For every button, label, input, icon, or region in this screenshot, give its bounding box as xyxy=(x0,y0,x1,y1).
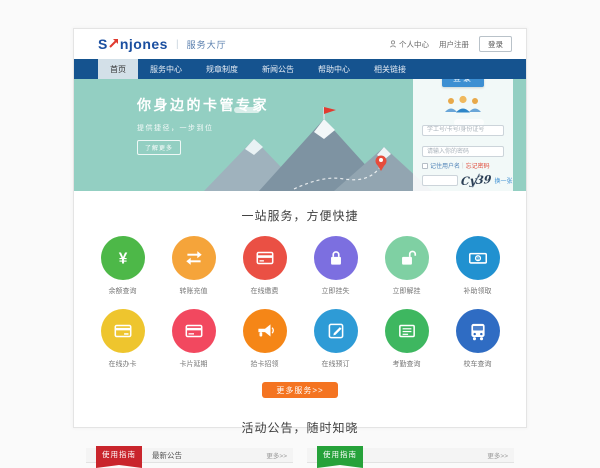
page: S njones | 服务大厅 个人中心 用户注册 登录 首页 服务中心 规章制… xyxy=(73,28,527,428)
announcements-row: 使用指南 最新公告 更多>> 使用指南 更多>> xyxy=(74,448,526,463)
service-transfer[interactable]: 转账充值 xyxy=(158,236,229,296)
announcements-right-tabbar: 使用指南 更多>> xyxy=(307,448,514,463)
login-options-row: 记住用户名 | 忘记密码 xyxy=(422,161,504,170)
service-school-bus[interactable]: 校车查询 xyxy=(442,309,513,369)
card-icon xyxy=(101,309,145,353)
login-panel: 登录 记住用户名 | 忘记密码 Cy39 换一张 登录 xyxy=(413,79,513,191)
main-nav: 首页 服务中心 规章制度 新闻公告 帮助中心 相关链接 xyxy=(74,59,526,79)
service-label: 校车查询 xyxy=(464,359,492,369)
remember-checkbox[interactable] xyxy=(422,163,428,169)
service-unlock[interactable]: 立即解挂 xyxy=(371,236,442,296)
service-pay-online[interactable]: 在线缴费 xyxy=(229,236,300,296)
hero-banner: 你身边的卡管专家 提供捷径，一步到位 了解更多 登录 xyxy=(74,79,526,191)
forgot-password-link[interactable]: 忘记密码 xyxy=(466,161,490,170)
services-section-title: 一站服务，方便快捷 xyxy=(74,207,526,224)
site-subtitle: 服务大厅 xyxy=(187,38,227,51)
captcha-input[interactable] xyxy=(422,175,458,186)
brand-divider: | xyxy=(176,39,179,50)
service-label: 拾卡招领 xyxy=(251,359,279,369)
service-label: 立即挂失 xyxy=(322,286,350,296)
megaphone-icon xyxy=(243,309,287,353)
service-label: 在线缴费 xyxy=(251,286,279,296)
service-label: 转账充值 xyxy=(180,286,208,296)
yen-icon: ¥ xyxy=(101,236,145,280)
hero-more-button[interactable]: 了解更多 xyxy=(137,140,181,155)
service-apply-card[interactable]: 在线办卡 xyxy=(87,309,158,369)
hero-title: 你身边的卡管专家 xyxy=(137,95,269,115)
header-login-button[interactable]: 登录 xyxy=(479,36,512,52)
more-services-button[interactable]: 更多服务>> xyxy=(262,382,338,398)
captcha-refresh-link[interactable]: 换一张 xyxy=(494,176,512,185)
user-icon xyxy=(389,40,397,48)
transfer-icon xyxy=(172,236,216,280)
users-icon xyxy=(422,95,504,113)
bankcard-icon xyxy=(243,236,287,280)
service-report-loss[interactable]: 立即挂失 xyxy=(300,236,371,296)
announcements-left-panel: 使用指南 最新公告 更多>> xyxy=(86,448,293,463)
edit-icon xyxy=(314,309,358,353)
service-card-renewal[interactable]: 卡片延期 xyxy=(158,309,229,369)
nav-item-rules[interactable]: 规章制度 xyxy=(194,59,250,79)
service-subsidy[interactable]: 1 补助领取 xyxy=(442,236,513,296)
service-label: 在线办卡 xyxy=(109,359,137,369)
attendance-icon xyxy=(385,309,429,353)
tab-usage-guide-right[interactable]: 使用指南 xyxy=(317,446,363,465)
top-header: S njones | 服务大厅 个人中心 用户注册 登录 xyxy=(74,29,526,59)
account-input[interactable] xyxy=(422,125,504,136)
service-label: 立即解挂 xyxy=(393,286,421,296)
captcha-row: Cy39 换一张 xyxy=(422,174,504,187)
brand-logo[interactable]: S njones | 服务大厅 xyxy=(98,35,227,53)
unlock-icon xyxy=(385,236,429,280)
brand-text: S xyxy=(98,36,108,52)
service-label: 补助领取 xyxy=(464,286,492,296)
svg-text:¥: ¥ xyxy=(118,251,127,268)
svg-text:1: 1 xyxy=(476,256,479,262)
arrow-logo-icon xyxy=(109,35,119,53)
personal-center-link[interactable]: 个人中心 xyxy=(389,39,429,50)
header-actions: 个人中心 用户注册 登录 xyxy=(389,36,512,52)
announcements-right-panel: 使用指南 更多>> xyxy=(307,448,514,463)
card-renew-icon xyxy=(172,309,216,353)
nav-item-help-center[interactable]: 帮助中心 xyxy=(306,59,362,79)
nav-item-links[interactable]: 相关链接 xyxy=(362,59,418,79)
announcements-section-title: 活动公告，随时知晓 xyxy=(74,419,526,436)
nav-item-home[interactable]: 首页 xyxy=(98,59,138,79)
register-link[interactable]: 用户注册 xyxy=(439,39,469,50)
brand-text: njones xyxy=(120,36,168,52)
more-link-right[interactable]: 更多>> xyxy=(487,450,508,460)
separator: | xyxy=(462,163,464,169)
service-label: 余额查询 xyxy=(109,286,137,296)
hero-copy: 你身边的卡管专家 提供捷径，一步到位 了解更多 xyxy=(137,95,269,155)
services-grid: ¥ 余额查询 转账充值 在线缴费 立即挂失 立即解挂 xyxy=(87,236,513,369)
hero-subtitle: 提供捷径，一步到位 xyxy=(137,123,269,133)
service-label: 考勤查询 xyxy=(393,359,421,369)
more-link-left[interactable]: 更多>> xyxy=(266,450,287,460)
login-tab[interactable]: 登录 xyxy=(442,79,484,87)
service-attendance[interactable]: 考勤查询 xyxy=(371,309,442,369)
tab-usage-guide-left[interactable]: 使用指南 xyxy=(96,446,142,465)
announcements-left-tabbar: 使用指南 最新公告 更多>> xyxy=(86,448,293,463)
lock-icon xyxy=(314,236,358,280)
captcha-image[interactable]: Cy39 xyxy=(461,173,492,188)
banknote-icon: 1 xyxy=(456,236,500,280)
password-input[interactable] xyxy=(422,146,504,157)
service-label: 卡片延期 xyxy=(180,359,208,369)
service-lost-found[interactable]: 拾卡招领 xyxy=(229,309,300,369)
service-online-booking[interactable]: 在线预订 xyxy=(300,309,371,369)
bus-icon xyxy=(456,309,500,353)
nav-item-service-center[interactable]: 服务中心 xyxy=(138,59,194,79)
service-label: 在线预订 xyxy=(322,359,350,369)
remember-label: 记住用户名 xyxy=(430,161,460,170)
nav-item-news[interactable]: 新闻公告 xyxy=(250,59,306,79)
tab-latest-announcements[interactable]: 最新公告 xyxy=(152,450,182,461)
service-balance[interactable]: ¥ 余额查询 xyxy=(87,236,158,296)
